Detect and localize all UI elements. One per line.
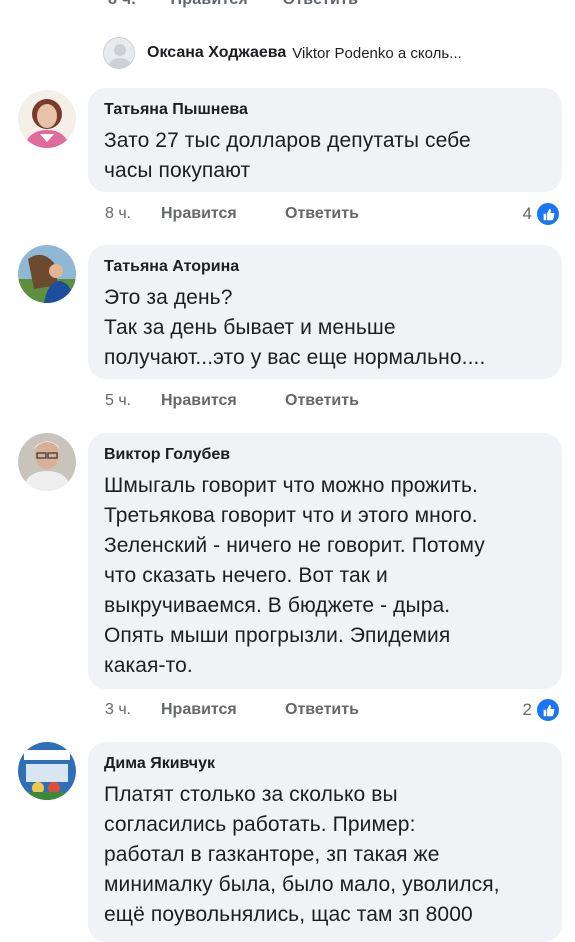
- avatar[interactable]: [18, 90, 76, 148]
- comment-text: Зато 27 тыс долларов депутаты себе часы …: [104, 129, 471, 182]
- comment-bubble: Татьяна Аторина Это за день? Так за день…: [88, 245, 562, 379]
- reaction-count[interactable]: 2: [523, 697, 561, 723]
- avatar[interactable]: [18, 742, 76, 800]
- comment-author[interactable]: Татьяна Пышнева: [104, 100, 546, 120]
- reply-button[interactable]: Ответить: [285, 205, 359, 223]
- comment-text: Платят столько за сколько вы согласились…: [104, 783, 500, 926]
- avatar[interactable]: [18, 245, 76, 303]
- thumbs-up-icon: [535, 201, 561, 227]
- comment-bubble: Татьяна Пышнева Зато 27 тыс долларов деп…: [88, 88, 562, 192]
- comment-text: Шмыгаль говорит что можно прожить. Треть…: [104, 474, 485, 677]
- reaction-number: 2: [522, 700, 532, 719]
- thumbs-up-icon: [535, 697, 561, 723]
- comment-time[interactable]: 5 ч.: [105, 392, 161, 410]
- comment-time: 8 ч.: [108, 0, 136, 8]
- default-avatar-icon: [103, 37, 135, 69]
- avatar[interactable]: [18, 433, 76, 491]
- like-button[interactable]: Нравится: [171, 0, 248, 8]
- reply-button[interactable]: Ответить: [283, 0, 359, 8]
- comment-text: Это за день? Так за день бывает и меньше…: [104, 286, 486, 369]
- comment-author[interactable]: Виктор Голубев: [104, 445, 546, 465]
- comment-author[interactable]: Дима Якивчук: [104, 754, 546, 774]
- comment-actions: 3 ч. Нравится Ответить: [105, 701, 359, 719]
- comment-bubble: Виктор Голубев Шмыгаль говорит что можно…: [88, 433, 562, 689]
- like-button[interactable]: Нравится: [161, 392, 285, 410]
- reply-snippet: Viktor Podenko а сколь...: [292, 44, 462, 62]
- reaction-count[interactable]: 4: [523, 201, 561, 227]
- reply-button[interactable]: Ответить: [285, 701, 359, 719]
- comment-actions: 5 ч. Нравится Ответить: [105, 392, 359, 410]
- reaction-number: 4: [522, 204, 532, 223]
- reply-button[interactable]: Ответить: [285, 392, 359, 410]
- previous-comment-actions: 8 ч. Нравится Ответить: [108, 0, 388, 11]
- reply-preview[interactable]: Оксана Ходжаева Viktor Podenko а сколь..…: [103, 36, 563, 70]
- comment-actions: 8 ч. Нравится Ответить: [105, 205, 359, 223]
- comment-author[interactable]: Татьяна Аторина: [104, 257, 546, 277]
- comment-bubble: Дима Якивчук Платят столько за сколько в…: [88, 742, 562, 942]
- comment-time[interactable]: 3 ч.: [105, 701, 161, 719]
- like-button[interactable]: Нравится: [161, 701, 285, 719]
- comment-time[interactable]: 8 ч.: [105, 205, 161, 223]
- like-button[interactable]: Нравится: [161, 205, 285, 223]
- reply-author[interactable]: Оксана Ходжаева: [147, 44, 286, 62]
